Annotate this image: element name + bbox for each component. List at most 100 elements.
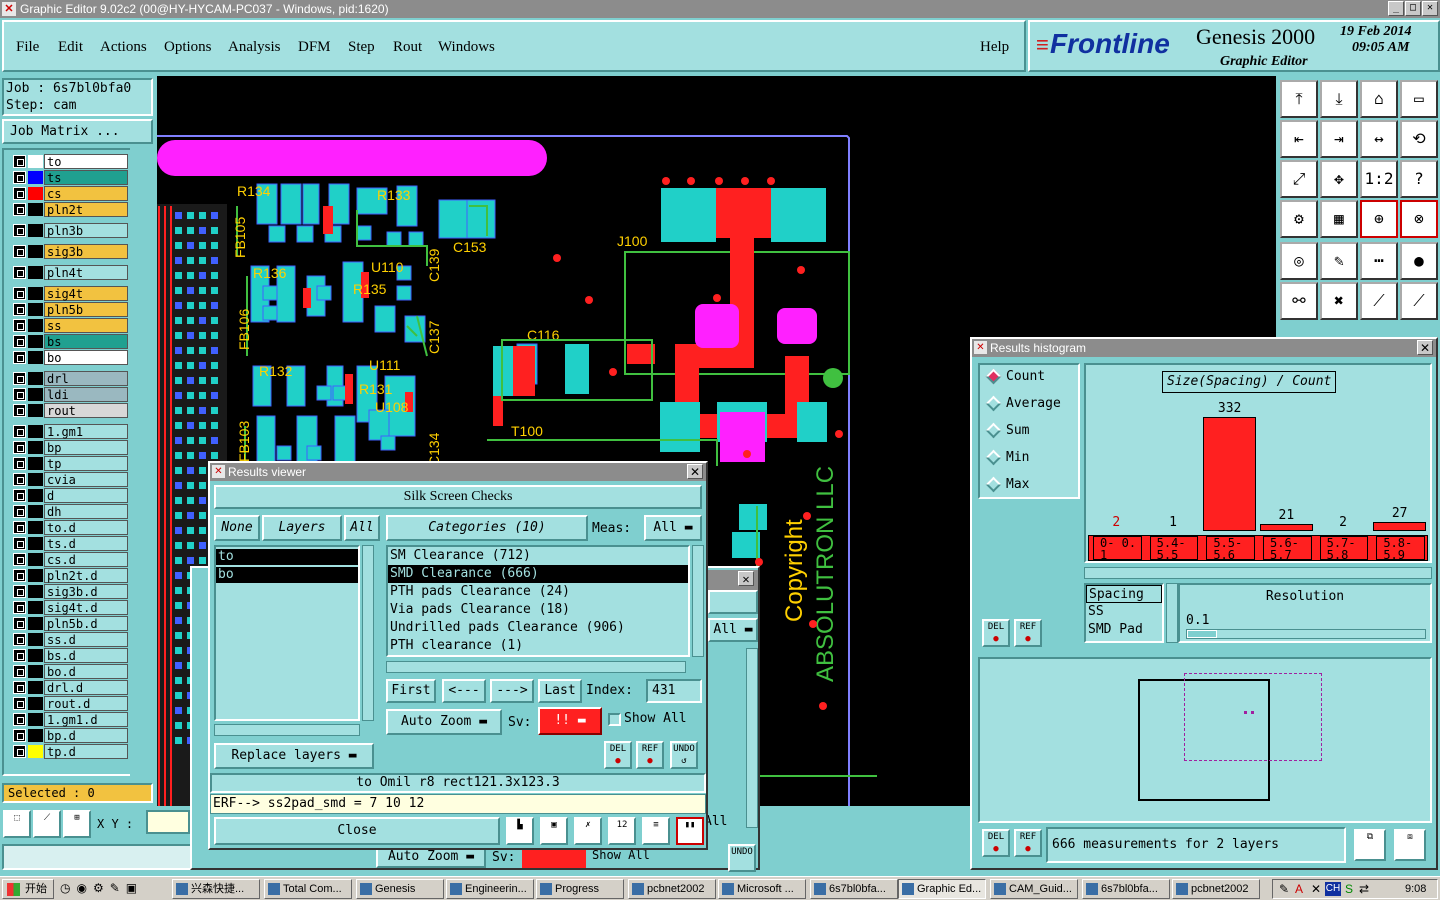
layer-checkbox[interactable]	[13, 553, 26, 566]
auto-zoom-select[interactable]: Auto Zoom ▬	[386, 709, 502, 735]
house-icon[interactable]: ⌂	[1360, 80, 1398, 118]
maximize-button[interactable]: □	[1405, 1, 1421, 16]
show-all-checkbox[interactable]	[608, 713, 621, 726]
task-button[interactable]: Engineerin...	[446, 879, 534, 899]
layer-row[interactable]: cs.d	[12, 552, 128, 567]
category-item[interactable]: PTH clearance (1)	[388, 637, 688, 655]
menu-options[interactable]: Options	[164, 39, 212, 56]
layer-row[interactable]: tp.d	[12, 744, 128, 759]
radio-icon[interactable]	[985, 422, 1002, 439]
layer-row[interactable]: ts.d	[12, 536, 128, 551]
layer-row[interactable]: sig4t.d	[12, 600, 128, 615]
menu-edit[interactable]: Edit	[58, 39, 83, 56]
first-button[interactable]: First	[386, 679, 436, 703]
center-icon[interactable]: ✥	[1320, 160, 1358, 198]
measure-item[interactable]: SMD Pad	[1086, 621, 1162, 639]
layer-list-scrollbar[interactable]	[362, 545, 374, 721]
categories-button[interactable]: Categories (10)	[386, 515, 588, 541]
sv-button[interactable]: !! ▬	[538, 707, 602, 735]
layer-row[interactable]: 1.gm1.d	[12, 712, 128, 727]
none-button[interactable]: None	[214, 515, 260, 541]
layer-checkbox[interactable]	[13, 681, 26, 694]
menu-file[interactable]: File	[16, 39, 39, 56]
radio-icon[interactable]	[985, 395, 1002, 412]
task-button[interactable]: pcbnet2002	[1172, 879, 1260, 899]
layer-row[interactable]: to	[12, 154, 128, 169]
menu-actions[interactable]: Actions	[100, 39, 147, 56]
layer-checkbox[interactable]	[13, 388, 26, 401]
resolution-slider[interactable]	[1186, 629, 1426, 639]
target-icon[interactable]: ●	[1400, 242, 1438, 280]
task-button[interactable]: Graphic Ed...	[898, 879, 986, 899]
layer-checkbox[interactable]	[13, 649, 26, 662]
network-quick-icon[interactable]: ⚙	[93, 881, 104, 895]
layer-row[interactable]: pln4t	[12, 265, 128, 280]
histogram-option[interactable]: Sum	[980, 419, 1078, 446]
category-item[interactable]: SMD Clearance (666)	[388, 565, 688, 583]
layer-row[interactable]: d	[12, 488, 128, 503]
menu-help[interactable]: Help	[980, 39, 1009, 56]
measure-item[interactable]: Spacing	[1086, 585, 1162, 603]
background-undo-button[interactable]: UNDO	[728, 844, 756, 872]
background-sv-button[interactable]	[522, 848, 586, 868]
layer-row[interactable]: rout.d	[12, 696, 128, 711]
tray-network-icon[interactable]: ⇄	[1359, 882, 1369, 896]
measure-item[interactable]: SS	[1086, 603, 1162, 621]
home-top-icon[interactable]: ⤒	[1280, 80, 1318, 118]
layer-checkbox[interactable]	[13, 505, 26, 518]
histogram-bar[interactable]	[1260, 523, 1313, 531]
layer-checkbox[interactable]	[13, 601, 26, 614]
background-close-icon[interactable]: ✕	[738, 571, 754, 586]
zoom-home-icon[interactable]: ⧈	[1394, 829, 1426, 861]
layer-checkbox[interactable]	[13, 303, 26, 316]
layer-checkbox[interactable]	[13, 171, 26, 184]
network-icon[interactable]: ⚯	[1280, 282, 1318, 320]
tray-s-icon[interactable]: S	[1345, 882, 1353, 896]
histogram-bar[interactable]	[1373, 521, 1426, 531]
layer-checkbox[interactable]	[13, 187, 26, 200]
report-icon[interactable]: ▙	[506, 817, 534, 845]
layer-row[interactable]: pln5b.d	[12, 616, 128, 631]
preview-ref-button[interactable]: REF ●	[1014, 829, 1042, 857]
layer-row[interactable]: cvia	[12, 472, 128, 487]
category-item[interactable]: PTH pads Clearance (24)	[388, 583, 688, 601]
notes-icon[interactable]: ≡	[642, 817, 670, 845]
cancel-mark-icon[interactable]: ✗	[574, 817, 602, 845]
task-button[interactable]: 6s7bl0bfa...	[810, 879, 898, 899]
filter-icon[interactable]: 12	[608, 817, 636, 845]
menu-dfm[interactable]: DFM	[298, 39, 331, 56]
all-button[interactable]: All	[344, 515, 380, 541]
category-item[interactable]: SM Clearance (712)	[388, 547, 688, 565]
layer-checkbox[interactable]	[13, 457, 26, 470]
command-line[interactable]	[2, 844, 192, 870]
xy-input[interactable]	[146, 810, 190, 834]
ruler-icon[interactable]: ┅	[1360, 242, 1398, 280]
layer-row[interactable]: ss	[12, 318, 128, 333]
category-item[interactable]: Undrilled pads Clearance (906)	[388, 619, 688, 637]
layer-checkbox[interactable]	[13, 224, 26, 237]
histogram-close-icon[interactable]: ✕	[1417, 340, 1433, 355]
radio-icon[interactable]	[985, 368, 1002, 385]
del-button[interactable]: DEL ●	[604, 741, 632, 769]
layer-row[interactable]: pln5b	[12, 302, 128, 317]
layer-checkbox[interactable]	[13, 521, 26, 534]
grid-icon[interactable]: ⊞	[63, 810, 91, 838]
menu-analysis[interactable]: Analysis	[228, 39, 281, 56]
draw-icon[interactable]: ✎	[1320, 242, 1358, 280]
background-meas-all[interactable]: All ▬	[708, 618, 758, 642]
menu-rout[interactable]: Rout	[393, 39, 422, 56]
node-icon[interactable]: ⟋	[1360, 282, 1398, 320]
background-scrollbar[interactable]	[746, 648, 758, 828]
layer-row[interactable]: sig4t	[12, 286, 128, 301]
help-icon[interactable]: ?	[1400, 160, 1438, 198]
layer-row[interactable]: bp	[12, 440, 128, 455]
layer-checkbox[interactable]	[13, 713, 26, 726]
layer-checkbox[interactable]	[13, 351, 26, 364]
menu-step[interactable]: Step	[348, 39, 375, 56]
edit-quick-icon[interactable]: ✎	[110, 881, 120, 895]
layer-row[interactable]: ldi	[12, 387, 128, 402]
tray-ime-icon[interactable]: CH	[1325, 882, 1341, 896]
layer-checkbox[interactable]	[13, 319, 26, 332]
fit-icon[interactable]: ⤢	[1280, 160, 1318, 198]
tray-a-icon[interactable]: A	[1295, 882, 1303, 896]
